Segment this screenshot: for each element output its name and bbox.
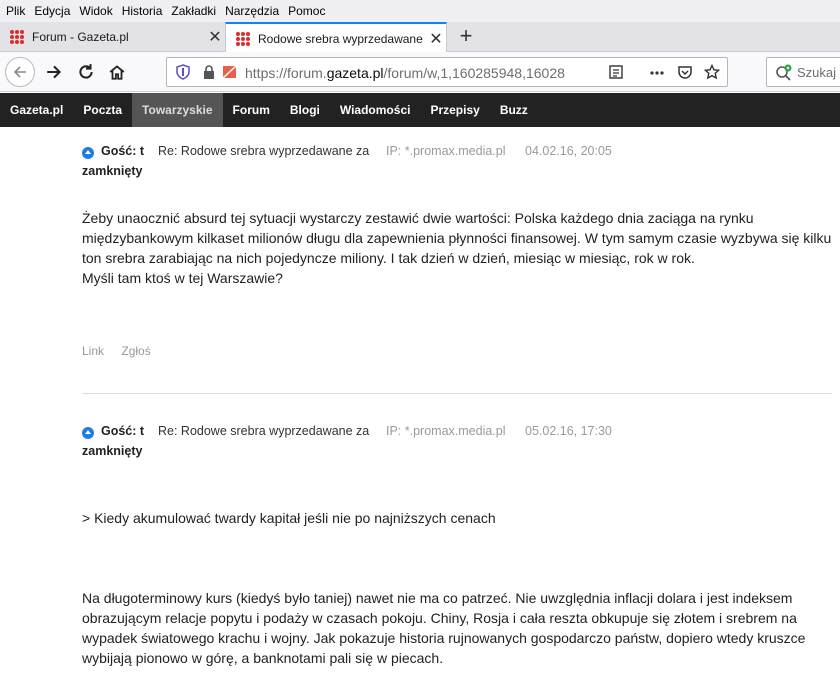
navigation-toolbar: https://forum.gazeta.pl/forum/w,1,160285…	[0, 52, 840, 92]
expand-up-icon[interactable]	[82, 147, 94, 159]
post-subject[interactable]: Re: Rodowe srebra wyprzedawane za	[158, 144, 369, 158]
post-author[interactable]: Gość: t	[101, 144, 144, 158]
reader-view-icon[interactable]	[608, 64, 624, 80]
report-link[interactable]: Zgłoś	[121, 344, 150, 358]
reload-button[interactable]	[72, 59, 100, 85]
menu-file[interactable]: Plik	[6, 4, 25, 18]
reload-icon	[79, 64, 93, 79]
search-placeholder: Szukaj	[797, 65, 837, 80]
new-tab-button[interactable]: +	[454, 25, 478, 49]
post-actions: Link Zgłoś	[82, 344, 832, 358]
post-ip: IP: *.promax.media.pl	[386, 424, 506, 438]
search-box[interactable]: Szukaj	[766, 57, 840, 87]
post-date: 04.02.16, 20:05	[525, 144, 612, 158]
post-body: Żeby unaocznić absurd tej sytuacji wysta…	[82, 208, 832, 288]
nav-poczta[interactable]: Poczta	[73, 93, 132, 127]
arrow-left-icon	[13, 66, 26, 78]
permissions-icon[interactable]	[222, 64, 238, 80]
post-status: zamknięty	[82, 164, 143, 178]
gazeta-favicon-icon	[10, 30, 24, 44]
lock-icon[interactable]	[202, 64, 216, 80]
menu-view[interactable]: Widok	[79, 4, 112, 18]
home-button[interactable]	[103, 59, 131, 85]
tab-thread[interactable]: Rodowe srebra wyprzedawane ✕	[225, 22, 447, 53]
post-subject[interactable]: Re: Rodowe srebra wyprzedawane za	[158, 424, 369, 438]
nav-blogi[interactable]: Blogi	[280, 93, 330, 127]
url-text: https://forum.gazeta.pl/forum/w,1,160285…	[245, 65, 565, 81]
close-tab-icon[interactable]: ✕	[426, 29, 446, 49]
address-bar[interactable]: https://forum.gazeta.pl/forum/w,1,160285…	[166, 57, 728, 87]
forum-post: Gość: t Re: Rodowe srebra wyprzedawane z…	[82, 144, 832, 358]
home-icon	[109, 65, 125, 80]
post-header: Gość: t Re: Rodowe srebra wyprzedawane z…	[82, 424, 832, 444]
post-paragraph: Myśli tam ktoś w tej Warszawie?	[82, 270, 283, 286]
nav-przepisy[interactable]: Przepisy	[420, 93, 489, 127]
back-button[interactable]	[5, 57, 35, 87]
menu-bookmarks[interactable]: Zakładki	[171, 4, 216, 18]
tracking-protection-icon[interactable]	[175, 64, 191, 80]
post-ip: IP: *.promax.media.pl	[386, 144, 506, 158]
post-date: 05.02.16, 17:30	[525, 424, 612, 438]
arrow-right-icon	[47, 65, 62, 79]
tab-title: Forum - Gazeta.pl	[32, 30, 129, 44]
pocket-icon[interactable]	[677, 64, 693, 80]
post-link[interactable]: Link	[82, 344, 104, 358]
page-actions-icon[interactable]	[649, 66, 665, 80]
post-header: Gość: t Re: Rodowe srebra wyprzedawane z…	[82, 144, 832, 164]
menu-tools[interactable]: Narzędzia	[225, 4, 279, 18]
post-quote: > Kiedy akumulować twardy kapitał jeśli …	[82, 510, 496, 526]
menubar: Plik Edycja Widok Historia Zakładki Narz…	[0, 0, 840, 22]
post-author[interactable]: Gość: t	[101, 424, 144, 438]
nav-forum[interactable]: Forum	[223, 93, 280, 127]
post-paragraph: Żeby unaocznić absurd tej sytuacji wysta…	[82, 210, 832, 266]
close-tab-icon[interactable]: ✕	[205, 27, 225, 47]
nav-towarzyskie[interactable]: Towarzyskie	[132, 93, 223, 127]
site-navigation: Gazeta.pl Poczta Towarzyskie Forum Blogi…	[0, 93, 840, 127]
menu-edit[interactable]: Edycja	[34, 4, 70, 18]
bookmark-star-icon[interactable]	[704, 64, 720, 80]
post-status: zamknięty	[82, 444, 143, 458]
tab-forum[interactable]: Forum - Gazeta.pl ✕	[0, 22, 225, 52]
post-paragraph: Na długoterminowy kurs (kiedyś było tani…	[82, 590, 806, 666]
search-icon	[776, 64, 792, 81]
nav-wiadomosci[interactable]: Wiadomości	[330, 93, 421, 127]
gazeta-favicon-icon	[236, 31, 250, 46]
nav-buzz[interactable]: Buzz	[490, 93, 538, 127]
menu-history[interactable]: Historia	[122, 4, 163, 18]
tab-title: Rodowe srebra wyprzedawane	[258, 31, 423, 46]
forward-button[interactable]	[40, 59, 68, 85]
post-divider	[82, 393, 832, 394]
tab-strip: Forum - Gazeta.pl ✕ Rodowe srebra wyprze…	[0, 22, 840, 53]
menu-help[interactable]: Pomoc	[288, 4, 325, 18]
nav-gazeta[interactable]: Gazeta.pl	[0, 93, 73, 127]
forum-post: Gość: t Re: Rodowe srebra wyprzedawane z…	[82, 424, 832, 668]
expand-up-icon[interactable]	[82, 427, 94, 439]
post-body: Na długoterminowy kurs (kiedyś było tani…	[82, 588, 832, 668]
